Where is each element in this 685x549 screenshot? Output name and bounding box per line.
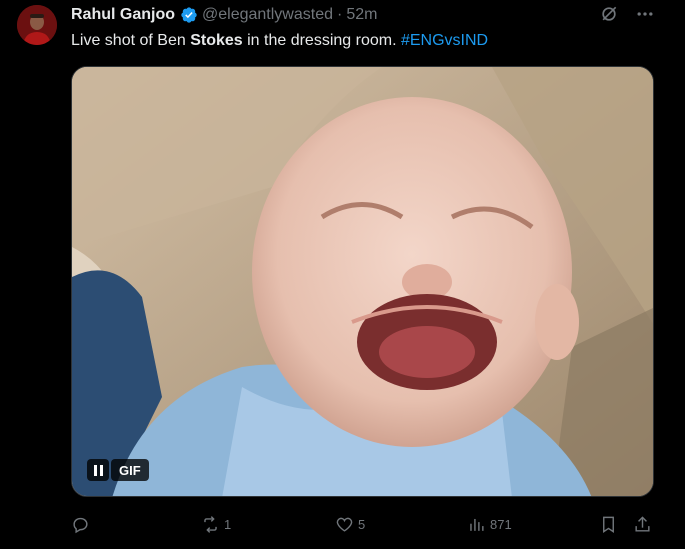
views-button[interactable]: 871 [467,512,512,536]
gif-image [72,67,653,496]
like-count: 5 [358,516,366,532]
tweet[interactable]: Rahul Ganjoo @elegantlywasted · 52m Live… [0,0,685,549]
bookmark-icon [603,516,614,533]
like-icon [336,517,353,532]
separator-dot: · [336,6,343,23]
views-icon [470,518,484,531]
tweet-text-end: in the dressing room. [242,32,401,49]
tweet-text-bold: Stokes [190,32,243,49]
retweet-icon [204,515,217,533]
share-button[interactable] [633,512,652,536]
gif-label: GIF [111,459,149,481]
timestamp[interactable]: 52m [346,6,377,24]
author-handle[interactable]: @elegantlywasted [202,6,333,24]
author-name[interactable]: Rahul Ganjoo [71,6,175,24]
more-icon[interactable] [635,4,655,24]
verified-badge-icon [180,6,198,24]
like-button[interactable]: 5 [335,512,365,536]
gif-badge: GIF [87,458,149,482]
views-count: 871 [490,516,512,532]
tweet-text: Live shot of Ben Stokes in the dressing … [71,31,488,51]
reply-icon [73,517,88,533]
avatar[interactable] [17,5,57,45]
pause-icon[interactable] [87,459,109,481]
reply-button[interactable] [71,512,94,536]
bookmark-button[interactable] [599,512,618,536]
tweet-actions: 1 5 871 [71,512,656,536]
gif-media[interactable]: GIF [71,66,654,497]
hashtag-link[interactable]: #ENGvsIND [401,32,488,49]
grok-icon[interactable] [599,4,619,24]
tweet-header: Rahul Ganjoo @elegantlywasted · 52m [71,4,377,26]
share-icon [635,515,650,532]
tweet-text-start: Live shot of Ben [71,32,191,49]
retweet-button[interactable]: 1 [201,512,231,536]
retweet-count: 1 [224,516,232,532]
